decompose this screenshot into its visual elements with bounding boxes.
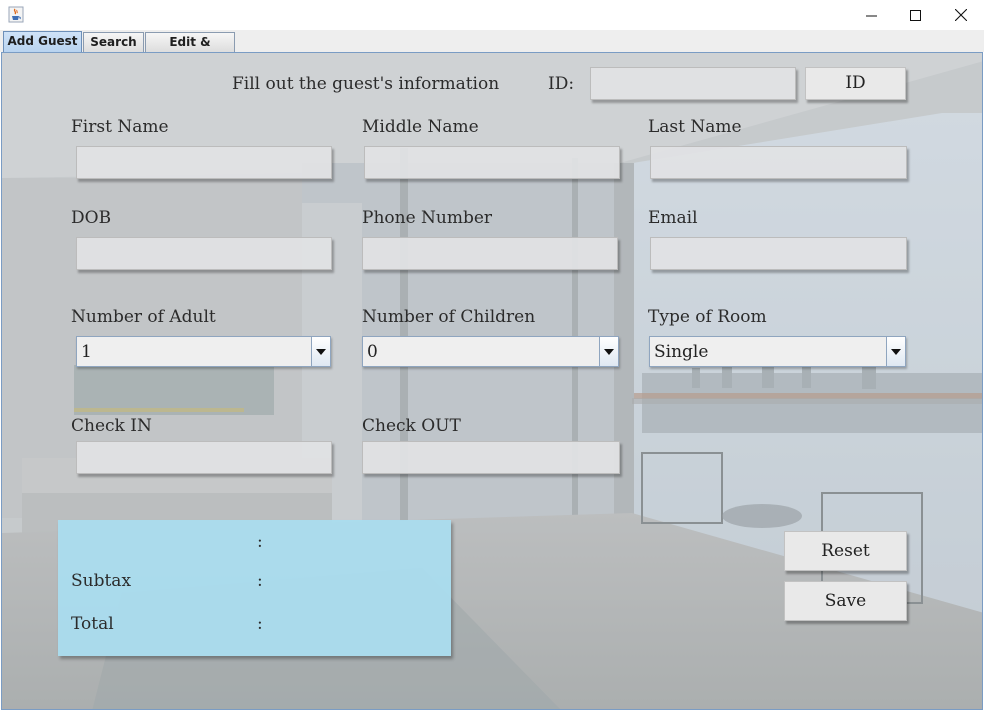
tab-add-guest[interactable]: Add Guest bbox=[3, 31, 82, 52]
total-label: Total bbox=[71, 614, 114, 634]
java-cup-icon bbox=[8, 6, 24, 23]
minimize-icon bbox=[865, 6, 877, 25]
chevron-down-icon[interactable] bbox=[311, 337, 330, 366]
window-titlebar bbox=[0, 0, 984, 30]
check-out-label: Check OUT bbox=[362, 416, 461, 436]
middle-name-label: Middle Name bbox=[362, 117, 479, 137]
tab-edit-delete[interactable]: Edit & Delete bbox=[145, 32, 235, 67]
id-label: ID: bbox=[548, 74, 575, 94]
reset-button[interactable]: Reset bbox=[784, 531, 907, 571]
last-name-input[interactable] bbox=[650, 146, 907, 179]
chevron-down-icon[interactable] bbox=[599, 337, 618, 366]
check-out-input[interactable] bbox=[362, 441, 620, 474]
phone-input[interactable] bbox=[362, 237, 618, 270]
adults-select[interactable]: 1 bbox=[76, 336, 331, 367]
minimize-button[interactable] bbox=[848, 0, 894, 30]
children-select[interactable]: 0 bbox=[362, 336, 619, 367]
id-button[interactable]: ID bbox=[805, 67, 906, 100]
close-icon bbox=[954, 6, 968, 25]
tab-strip: Add Guest Search Edit & Delete bbox=[0, 30, 984, 67]
phone-label: Phone Number bbox=[362, 208, 493, 228]
dob-input[interactable] bbox=[76, 237, 332, 270]
middle-name-input[interactable] bbox=[364, 146, 620, 179]
close-button[interactable] bbox=[938, 0, 984, 30]
room-type-select[interactable]: Single bbox=[649, 336, 906, 367]
add-guest-panel: Fill out the guest's information ID: ID … bbox=[1, 52, 983, 710]
subtax-label: Subtax bbox=[71, 571, 132, 591]
last-name-label: Last Name bbox=[648, 117, 742, 137]
children-value: 0 bbox=[367, 342, 378, 362]
maximize-icon bbox=[909, 6, 921, 25]
check-in-input[interactable] bbox=[76, 441, 332, 474]
id-input[interactable] bbox=[590, 67, 796, 100]
total-colon: : bbox=[257, 614, 263, 634]
room-type-value: Single bbox=[654, 342, 709, 362]
email-input[interactable] bbox=[650, 237, 907, 270]
price-summary-box: : Subtax : Total : bbox=[58, 520, 451, 656]
tab-search[interactable]: Search bbox=[83, 32, 144, 52]
room-type-label: Type of Room bbox=[648, 307, 767, 327]
check-in-label: Check IN bbox=[71, 416, 152, 436]
summary-row1-colon: : bbox=[257, 532, 263, 552]
dob-label: DOB bbox=[71, 208, 112, 228]
first-name-input[interactable] bbox=[76, 146, 332, 179]
children-label: Number of Children bbox=[362, 307, 536, 327]
chevron-down-icon[interactable] bbox=[886, 337, 905, 366]
email-label: Email bbox=[648, 208, 698, 228]
adults-label: Number of Adult bbox=[71, 307, 216, 327]
save-button[interactable]: Save bbox=[784, 581, 907, 621]
form-heading: Fill out the guest's information bbox=[232, 74, 500, 94]
subtax-colon: : bbox=[257, 571, 263, 591]
maximize-button[interactable] bbox=[892, 0, 938, 30]
adults-value: 1 bbox=[81, 342, 92, 362]
first-name-label: First Name bbox=[71, 117, 169, 137]
